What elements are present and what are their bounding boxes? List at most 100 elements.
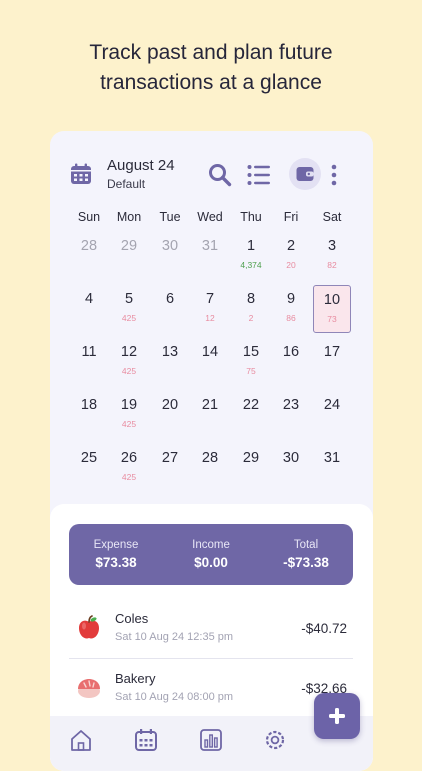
- calendar-day[interactable]: 17: [313, 337, 351, 385]
- day-amount: 425: [121, 313, 137, 323]
- calendar-day[interactable]: 19 425: [110, 390, 148, 438]
- calendar-day[interactable]: 18: [70, 390, 108, 438]
- calendar-day[interactable]: 26 425: [110, 443, 148, 491]
- day-number: 9: [286, 291, 296, 307]
- calendar-day[interactable]: 29: [232, 443, 270, 491]
- calendar-day[interactable]: 3 82: [313, 231, 351, 279]
- calendar-day[interactable]: 23: [272, 390, 310, 438]
- calendar-day[interactable]: 11: [70, 337, 108, 385]
- calendar-day[interactable]: 30: [151, 231, 189, 279]
- transaction-date: Sat 10 Aug 24 12:35 pm: [115, 631, 234, 643]
- day-amount: 425: [121, 472, 137, 482]
- calendar-day[interactable]: 28: [191, 443, 229, 491]
- settings-icon[interactable]: [263, 728, 287, 752]
- calendar-day[interactable]: 9 86: [272, 284, 310, 332]
- calendar-day[interactable]: 29: [110, 231, 148, 279]
- calendar-icon[interactable]: [134, 728, 158, 752]
- total-summary: Total -$73.38: [261, 539, 351, 570]
- headline: Track past and plan future transactions …: [0, 38, 422, 98]
- weekday-label: Sat: [322, 210, 342, 224]
- add-transaction-button[interactable]: [314, 693, 360, 739]
- calendar-day[interactable]: 6: [151, 284, 189, 332]
- day-number: 30: [161, 238, 179, 254]
- calendar-day[interactable]: 24: [313, 390, 351, 438]
- search-icon[interactable]: [208, 163, 232, 187]
- weekday-label: Wed: [197, 210, 223, 224]
- day-number: 23: [282, 397, 300, 413]
- more-vertical-icon[interactable]: [330, 164, 338, 186]
- day-number: 17: [323, 344, 341, 360]
- day-number: 10: [323, 292, 341, 308]
- list-icon[interactable]: [247, 164, 271, 186]
- calendar-day[interactable]: 31: [191, 231, 229, 279]
- day-number: 20: [161, 397, 179, 413]
- calendar-day[interactable]: 16: [272, 337, 310, 385]
- calendar-day-selected[interactable]: 10 73: [313, 285, 351, 333]
- calendar-day[interactable]: 4: [70, 284, 108, 332]
- transaction-name: Bakery: [115, 671, 156, 686]
- calendar-day[interactable]: 1 4,374: [232, 231, 270, 279]
- day-amount: 82: [327, 260, 337, 270]
- transaction-row[interactable]: Coles Sat 10 Aug 24 12:35 pm -$40.72: [69, 601, 353, 659]
- calendar-day[interactable]: 28: [70, 231, 108, 279]
- calendar-day[interactable]: 22: [232, 390, 270, 438]
- day-amount: 86: [286, 313, 296, 323]
- headline-line-2: transactions at a glance: [100, 71, 322, 94]
- calendar-icon[interactable]: [70, 163, 92, 185]
- day-number: 29: [242, 450, 260, 466]
- day-amount: 73: [327, 314, 337, 324]
- income-summary: Income $0.00: [166, 539, 256, 570]
- summary-card: Expense $73.38 Income $0.00 Total -$73.3…: [69, 524, 353, 585]
- day-number: 31: [323, 450, 341, 466]
- chart-icon[interactable]: [199, 728, 223, 752]
- day-number: 29: [120, 238, 138, 254]
- day-number: 28: [201, 450, 219, 466]
- transaction-row[interactable]: Bakery Sat 10 Aug 24 08:00 pm -$32.66: [69, 661, 353, 719]
- bread-icon: [76, 675, 102, 701]
- weekday-label: Fri: [283, 210, 299, 224]
- expense-summary: Expense $73.38: [71, 539, 161, 570]
- day-number: 16: [282, 344, 300, 360]
- day-number: 4: [84, 291, 94, 307]
- weekday-label: Tue: [159, 210, 181, 224]
- income-amount: $0.00: [194, 555, 228, 570]
- home-icon[interactable]: [69, 728, 93, 752]
- total-label: Total: [293, 539, 319, 551]
- calendar-day[interactable]: 25: [70, 443, 108, 491]
- calendar-day[interactable]: 5 425: [110, 284, 148, 332]
- day-number: 19: [120, 397, 138, 413]
- day-number: 28: [80, 238, 98, 254]
- calendar-day[interactable]: 13: [151, 337, 189, 385]
- day-number: 1: [246, 238, 256, 254]
- calendar-day[interactable]: 31: [313, 443, 351, 491]
- day-amount: 4,374: [240, 260, 262, 270]
- calendar-day[interactable]: 21: [191, 390, 229, 438]
- calendar-day[interactable]: 7 12: [191, 284, 229, 332]
- headline-line-1: Track past and plan future: [89, 41, 333, 64]
- day-number: 21: [201, 397, 219, 413]
- calendar-day[interactable]: 82: [232, 284, 270, 332]
- book-name[interactable]: Default: [107, 177, 145, 191]
- day-number: 18: [80, 397, 98, 413]
- day-number: 24: [323, 397, 341, 413]
- day-number: 14: [201, 344, 219, 360]
- calendar-day[interactable]: 27: [151, 443, 189, 491]
- day-number: 22: [242, 397, 260, 413]
- calendar-day[interactable]: 2 20: [272, 231, 310, 279]
- day-number: 6: [165, 291, 175, 307]
- day-number: 11: [81, 344, 97, 360]
- calendar-day[interactable]: 14: [191, 337, 229, 385]
- day-number: 2: [286, 238, 296, 254]
- calendar-day[interactable]: 12 425: [110, 337, 148, 385]
- day-number: 25: [80, 450, 98, 466]
- expense-amount: $73.38: [95, 555, 137, 570]
- day-number: 31: [201, 238, 219, 254]
- day-number: 15: [242, 344, 260, 360]
- calendar-day[interactable]: 20: [151, 390, 189, 438]
- wallet-button[interactable]: [289, 158, 321, 190]
- day-amount: 20: [286, 260, 296, 270]
- calendar-day[interactable]: 30: [272, 443, 310, 491]
- weekday-label: Thu: [240, 210, 262, 224]
- month-title[interactable]: August 24: [107, 157, 175, 174]
- calendar-day[interactable]: 15 75: [232, 337, 270, 385]
